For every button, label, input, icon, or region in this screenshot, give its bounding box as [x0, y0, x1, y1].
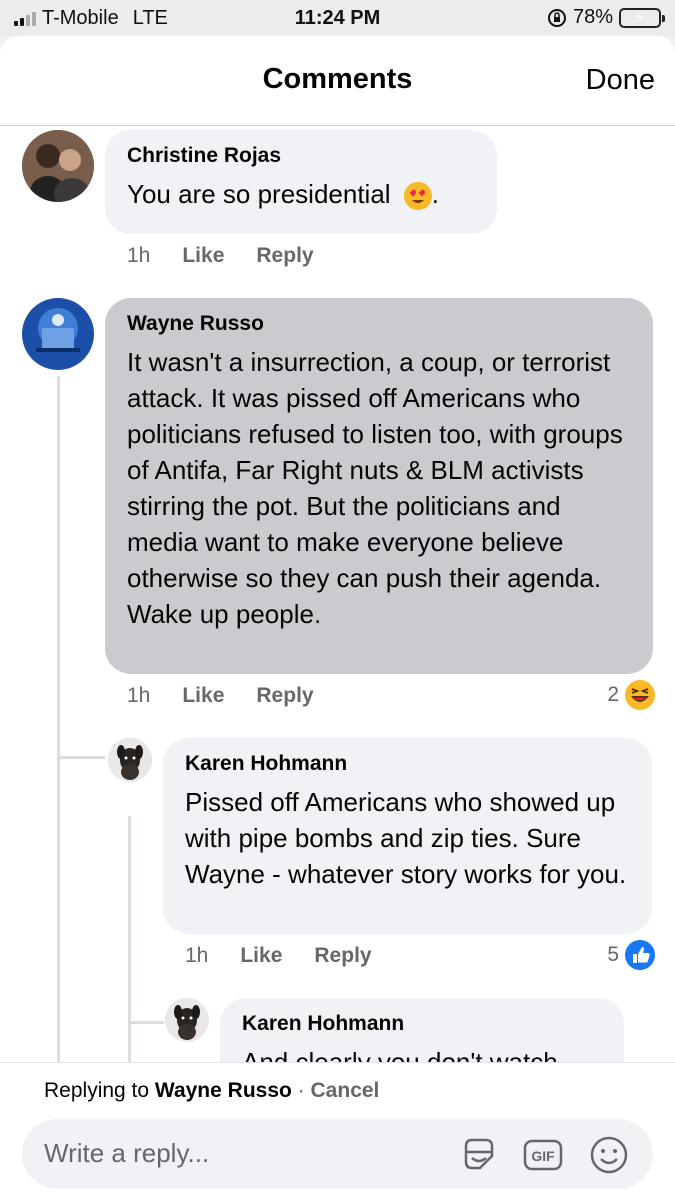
comment-bubble[interactable]: Christine Rojas You are so presidential …: [105, 130, 497, 234]
comment-bubble[interactable]: Karen Hohmann And clearly you don't watc…: [220, 998, 624, 1062]
done-button[interactable]: Done: [586, 64, 655, 97]
comment-time: 1h: [185, 944, 209, 967]
avatar[interactable]: [165, 998, 209, 1042]
sheet-header: Comments Done: [0, 36, 675, 126]
comment-author[interactable]: Wayne Russo: [127, 312, 631, 336]
reply-button[interactable]: Reply: [256, 244, 313, 268]
comment-bubble-selected[interactable]: Wayne Russo It wasn't a insurrection, a …: [105, 298, 653, 674]
svg-text:GIF: GIF: [531, 1148, 555, 1164]
charging-bolt-icon: ⚡: [634, 9, 646, 27]
dog-avatar-photo: [108, 738, 152, 782]
comment-suffix: .: [431, 179, 440, 209]
reaction-count: 2: [607, 683, 619, 706]
gif-icon[interactable]: GIF: [522, 1134, 564, 1176]
reply-input[interactable]: [44, 1135, 444, 1171]
orientation-lock-icon: [547, 8, 566, 27]
replying-prefix: Replying to: [44, 1079, 150, 1102]
avatar-photo: [22, 298, 94, 370]
reaction-count: 5: [607, 943, 619, 966]
separator-dot: ·: [297, 1079, 305, 1102]
status-bar: T-Mobile LTE 11:24 PM 78% ⚡: [0, 0, 675, 36]
reply-composer-bar: Replying to Wayne Russo · Cancel GIF: [0, 1062, 675, 1200]
status-right: 78% ⚡: [547, 6, 665, 29]
reaction-summary[interactable]: 5: [607, 940, 655, 970]
comment-actions: 1h Like Reply: [185, 944, 404, 968]
comment-author[interactable]: Karen Hohmann: [242, 1012, 602, 1036]
replying-to-name: Wayne Russo: [154, 1079, 292, 1102]
replying-to-label: Replying to Wayne Russo · Cancel: [44, 1079, 379, 1103]
comment-body: You are so presidential: [127, 179, 391, 209]
page-title: Comments: [262, 63, 413, 95]
thread-line: [128, 816, 131, 1062]
reply-button[interactable]: Reply: [314, 944, 371, 968]
like-button[interactable]: Like: [240, 944, 282, 968]
comment-author[interactable]: Christine Rojas: [127, 144, 475, 168]
comment-text: You are so presidential .: [127, 176, 475, 212]
avatar-photo: [22, 130, 94, 202]
comment-body: It wasn't a insurrection, a coup, or ter…: [127, 347, 623, 629]
thumbs-up-icon: [625, 940, 655, 970]
heart-eyes-emoji: [403, 182, 432, 211]
avatar[interactable]: [22, 130, 94, 202]
reply-input-container[interactable]: GIF: [22, 1119, 653, 1189]
cancel-reply-button[interactable]: Cancel: [311, 1079, 380, 1102]
like-button[interactable]: Like: [182, 684, 224, 708]
comment-actions: 1h Like Reply: [127, 684, 346, 708]
comments-sheet: Comments Done Christine Rojas You are so…: [0, 36, 675, 1200]
battery-icon: ⚡: [619, 7, 665, 28]
comment-actions: 1h Like Reply: [127, 244, 346, 268]
battery-percent: 78%: [572, 6, 613, 28]
avatar[interactable]: [22, 298, 94, 370]
comment-bubble[interactable]: Karen Hohmann Pissed off Americans who s…: [163, 738, 652, 934]
emoji-icon[interactable]: [588, 1134, 630, 1176]
comment-body: Pissed off Americans who showed up with …: [185, 787, 627, 889]
avatar[interactable]: [108, 738, 152, 782]
reply-button[interactable]: Reply: [256, 684, 313, 708]
like-button[interactable]: Like: [182, 244, 224, 268]
laughing-emoji: [625, 680, 655, 710]
sticker-icon[interactable]: [458, 1134, 500, 1176]
comment-author[interactable]: Karen Hohmann: [185, 752, 630, 776]
dog-avatar-photo: [165, 998, 209, 1042]
thread-connector: [128, 1021, 164, 1024]
thread-line: [57, 376, 60, 1062]
comment-time: 1h: [127, 244, 151, 267]
comment-time: 1h: [127, 684, 151, 707]
reaction-summary[interactable]: 2: [607, 680, 655, 710]
comment-list[interactable]: Christine Rojas You are so presidential …: [0, 126, 675, 1062]
thread-connector: [57, 756, 105, 759]
comment-body: And clearly you don't watch: [242, 1047, 558, 1062]
